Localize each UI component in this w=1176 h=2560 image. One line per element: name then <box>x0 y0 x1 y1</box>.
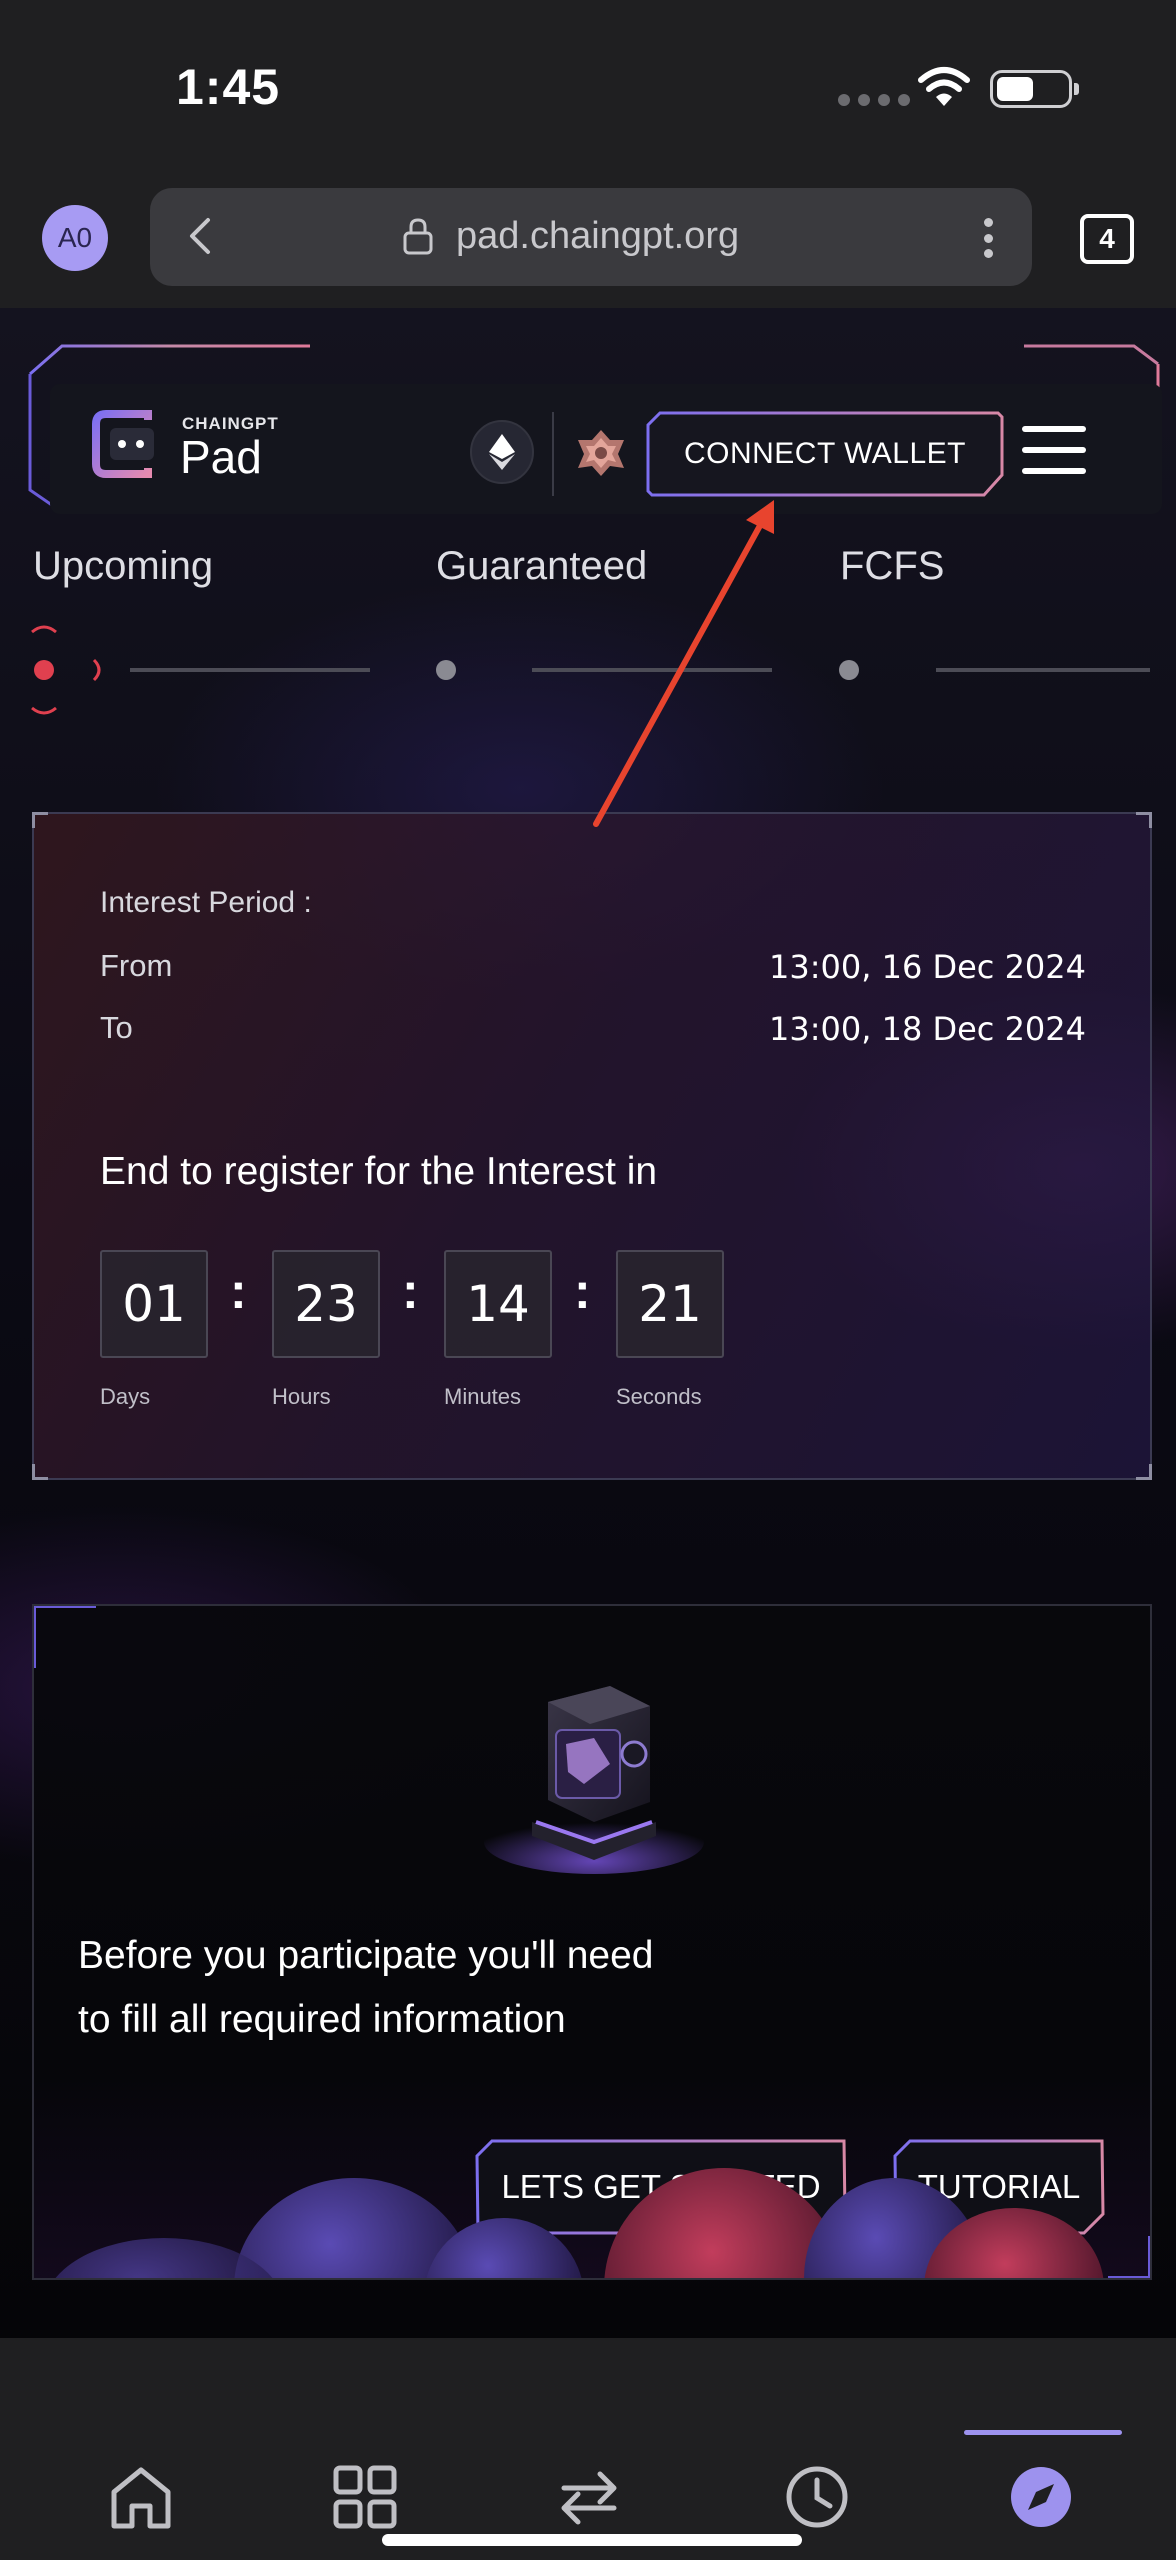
chaingpt-logo-icon[interactable] <box>88 406 164 482</box>
interest-period-card: Interest Period : From 13:00, 16 Dec 202… <box>32 812 1152 1480</box>
ethereum-icon <box>489 434 515 470</box>
site-header: CHAINGPT Pad CONNECT WALLET <box>24 334 1164 514</box>
status-time: 1:45 <box>176 59 281 115</box>
back-chevron-icon[interactable] <box>184 216 220 256</box>
participate-card: Before you participate you'll need to fi… <box>32 1604 1152 2280</box>
connect-wallet-button[interactable]: CONNECT WALLET <box>644 409 1006 499</box>
step-guaranteed-dot <box>436 660 456 680</box>
browser-toolbar: A0 pad.chaingpt.org 4 <box>0 170 1176 308</box>
apps-grid-icon[interactable] <box>330 2462 400 2532</box>
more-options-icon[interactable] <box>984 218 994 258</box>
countdown-seconds: 21 <box>616 1250 724 1358</box>
interest-from-label: From <box>100 948 173 983</box>
step-upcoming-label[interactable]: Upcoming <box>33 544 213 589</box>
history-clock-icon[interactable] <box>782 2462 852 2532</box>
interest-from-value: 13:00, 16 Dec 2024 <box>769 948 1086 986</box>
header-divider <box>552 412 554 496</box>
participate-line-1: Before you participate you'll need <box>78 1934 654 1977</box>
countdown-separator: : <box>230 1263 247 1319</box>
countdown-days: 01 <box>100 1250 208 1358</box>
browser-bottom-nav <box>0 2338 1176 2560</box>
profile-avatar[interactable]: A0 <box>42 205 108 271</box>
hamburger-menu-icon[interactable] <box>1022 426 1086 474</box>
step-fcfs-dot <box>839 660 859 680</box>
participate-instructions: Before you participate you'll need to fi… <box>78 1924 798 2052</box>
countdown-separator: : <box>402 1263 419 1319</box>
swap-arrows-icon[interactable] <box>554 2462 624 2532</box>
countdown-minutes-label: Minutes <box>444 1384 522 1409</box>
countdown-seconds-label: Seconds <box>616 1384 702 1409</box>
battery-icon <box>990 70 1079 108</box>
nav-active-indicator <box>964 2430 1122 2435</box>
countdown-minutes: 14 <box>444 1250 552 1358</box>
cellular-signal-icon <box>838 94 910 106</box>
register-deadline-text: End to register for the Interest in <box>100 1150 658 1193</box>
web-content: CHAINGPT Pad CONNECT WALLET Upcoming Gua… <box>0 308 1176 2338</box>
url-text: pad.chaingpt.org <box>456 215 740 257</box>
step-active-bracket-top <box>31 625 57 634</box>
home-indicator <box>382 2534 802 2546</box>
lock-icon <box>403 218 433 255</box>
step-upcoming-dot <box>34 660 54 680</box>
connect-wallet-label: CONNECT WALLET <box>683 437 967 470</box>
reward-gem-icon[interactable] <box>574 426 628 480</box>
interest-period-title: Interest Period : <box>100 886 312 919</box>
wifi-icon <box>918 67 970 106</box>
compass-explore-icon[interactable] <box>1006 2462 1076 2532</box>
countdown-days-label: Days <box>100 1384 151 1409</box>
card-corner-accent <box>34 1606 96 1668</box>
participate-line-2: to fill all required information <box>78 1998 566 2041</box>
status-bar: 1:45 <box>0 0 1176 170</box>
interest-to-label: To <box>100 1010 133 1045</box>
step-active-bracket-bottom <box>31 706 57 715</box>
step-guaranteed-label[interactable]: Guaranteed <box>436 544 647 589</box>
address-bar[interactable]: pad.chaingpt.org <box>150 188 1032 286</box>
countdown-hours-label: Hours <box>272 1384 331 1409</box>
decorative-spheres <box>55 2168 1104 2278</box>
countdown-hours: 23 <box>272 1250 380 1358</box>
tabs-count-button[interactable]: 4 <box>1080 214 1134 264</box>
network-selector-button[interactable] <box>470 420 534 484</box>
interest-to-value: 13:00, 18 Dec 2024 <box>769 1010 1086 1048</box>
logo-brand-big: Pad <box>180 431 262 483</box>
home-icon[interactable] <box>106 2462 176 2532</box>
countdown-separator: : <box>574 1263 591 1319</box>
phase-stepper <box>31 625 1150 715</box>
step-fcfs-label[interactable]: FCFS <box>840 544 944 589</box>
robot-cube-illustration <box>484 1686 704 1874</box>
